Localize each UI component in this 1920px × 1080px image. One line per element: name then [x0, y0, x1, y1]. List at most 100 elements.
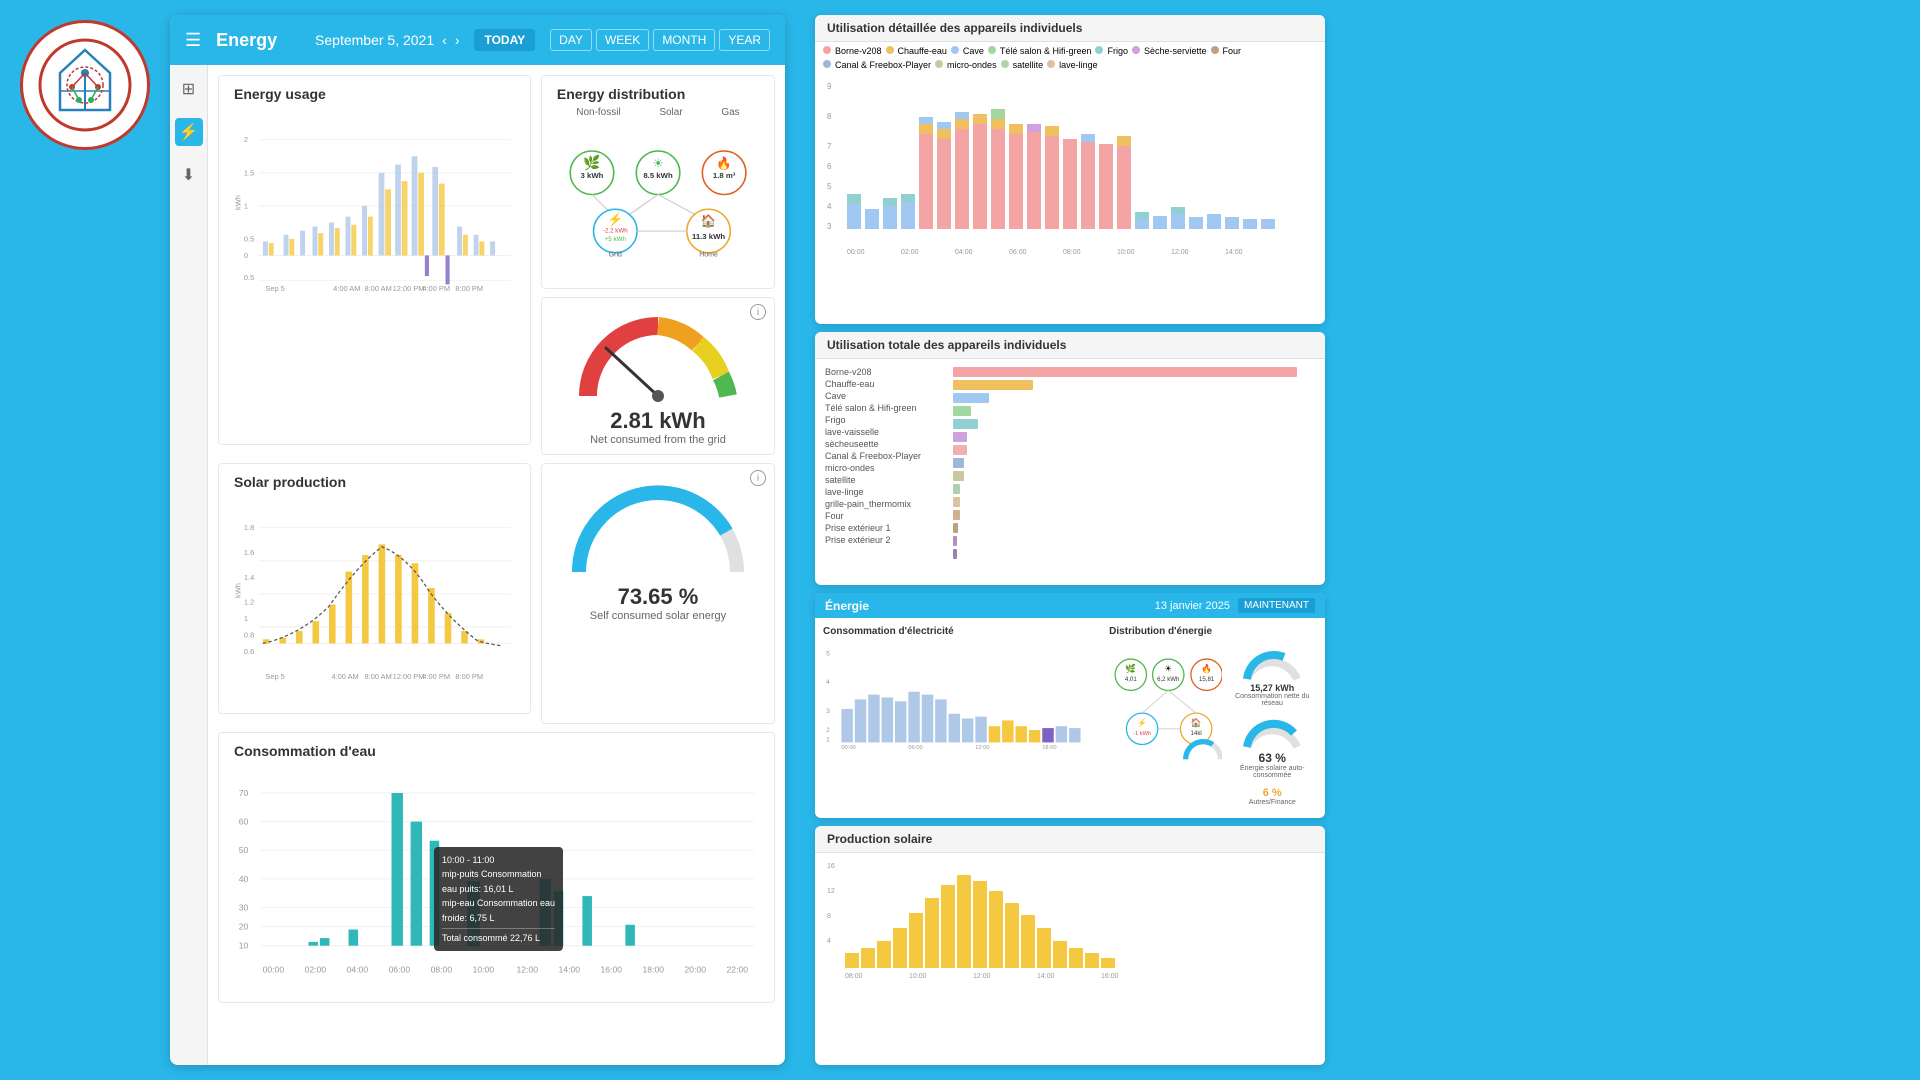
svg-text:🏠: 🏠: [701, 214, 716, 228]
sidebar: ⊞ ⚡ ⬇: [170, 65, 208, 1065]
panel-header: ☰ Energy September 5, 2021 ‹ › TODAY DAY…: [170, 15, 785, 65]
legend-tele: Télé salon & Hifi-green: [988, 46, 1092, 56]
detailed-usage-svg: 9 8 7 6 5 4 3: [815, 74, 1325, 259]
svg-text:8: 8: [827, 112, 832, 121]
solar-prod-title: Solar production: [234, 474, 515, 490]
small-grid-gauge: 15,27 kWh Consommation nette du réseau: [1227, 647, 1317, 707]
svg-text:+5 kWh: +5 kWh: [605, 236, 627, 243]
item-sat: satellite: [825, 475, 945, 485]
grid-gauge-svg: [568, 306, 748, 406]
detailed-usage-card: Utilisation détaillée des appareils indi…: [815, 15, 1325, 324]
small-grid-label: Consommation nette du réseau: [1227, 693, 1317, 707]
svg-text:12:00: 12:00: [975, 745, 989, 751]
year-btn[interactable]: YEAR: [719, 29, 770, 51]
solar-gauge-value: 73.65 %: [618, 584, 699, 610]
week-btn[interactable]: WEEK: [596, 29, 649, 51]
svg-text:08:00: 08:00: [1063, 249, 1081, 256]
svg-text:⚡: ⚡: [1137, 717, 1147, 727]
nonfossil-label: Non-fossil: [576, 107, 620, 118]
grid-gauge-info[interactable]: i: [750, 304, 766, 320]
svg-text:3: 3: [827, 222, 832, 231]
svg-text:10:00: 10:00: [473, 964, 495, 974]
bar-borne: [953, 367, 1297, 377]
svg-text:18:00: 18:00: [643, 964, 665, 974]
svg-text:0.5: 0.5: [244, 273, 254, 282]
total-usage-content: Borne-v208 Chauffe-eau Cave Télé salon &…: [815, 359, 1325, 565]
svg-text:20:00: 20:00: [685, 964, 707, 974]
legend-sat: satellite: [1001, 60, 1044, 70]
bar-seche: [953, 445, 967, 455]
solar-prod-right-svg: 16 12 8 4 08:00 10:00 12:00: [815, 853, 1325, 983]
usage-bars: [953, 365, 1315, 559]
svg-text:1.4: 1.4: [244, 573, 254, 582]
svg-text:5: 5: [826, 651, 830, 658]
svg-text:4: 4: [826, 679, 830, 686]
month-btn[interactable]: MONTH: [653, 29, 715, 51]
item-chauffe: Chauffe-eau: [825, 379, 945, 389]
sidebar-icon-download[interactable]: ⬇: [175, 161, 203, 189]
item-four: Four: [825, 511, 945, 521]
svg-text:5: 5: [827, 182, 832, 191]
sidebar-icon-bolt[interactable]: ⚡: [175, 118, 203, 146]
bar-four: [953, 523, 958, 533]
svg-text:12:00 PM: 12:00 PM: [393, 672, 425, 681]
item-canal: Canal & Freebox-Player: [825, 451, 945, 461]
svg-text:4:00 AM: 4:00 AM: [331, 672, 358, 681]
prev-date-btn[interactable]: ‹: [442, 32, 447, 48]
svg-text:2: 2: [244, 135, 248, 144]
svg-text:1: 1: [244, 201, 248, 210]
item-tele: Télé salon & Hifi-green: [825, 403, 945, 413]
logo-circle: [20, 20, 150, 150]
svg-text:06:00: 06:00: [1009, 249, 1027, 256]
svg-text:12:00 PM: 12:00 PM: [393, 284, 425, 293]
dist-section: Distribution d'énergie 🌿 4,01 ☀ 6,2 kWh …: [1101, 618, 1325, 814]
autres-label: Autres/Finance: [1227, 799, 1317, 806]
svg-text:08:00: 08:00: [845, 973, 863, 980]
legend-micro: micro-ondes: [935, 60, 997, 70]
svg-text:0: 0: [244, 251, 248, 260]
svg-text:6,2 kWh: 6,2 kWh: [1157, 676, 1179, 683]
svg-text:Sep 5: Sep 5: [265, 284, 284, 293]
svg-text:0.6: 0.6: [244, 647, 254, 656]
svg-text:🌿: 🌿: [1126, 663, 1137, 673]
solar-prod-right-card: Production solaire 16 12 8 4: [815, 826, 1325, 1065]
bar-sat: [953, 484, 960, 494]
svg-text:06:00: 06:00: [908, 745, 922, 751]
svg-text:4:00 AM: 4:00 AM: [333, 284, 360, 293]
next-date-btn[interactable]: ›: [455, 32, 460, 48]
svg-text:50: 50: [239, 845, 249, 855]
day-btn[interactable]: DAY: [550, 29, 592, 51]
gauge-col: i 73.65 % Self consumed solar energy: [541, 463, 775, 724]
legend-canal: Canal & Freebox-Player: [823, 60, 931, 70]
hamburger-icon[interactable]: ☰: [185, 30, 201, 51]
item-borne: Borne-v208: [825, 367, 945, 377]
conso-svg: 5 4 3 2 1: [823, 642, 1093, 752]
solar-gauge-info[interactable]: i: [750, 470, 766, 486]
svg-text:10: 10: [239, 941, 249, 951]
water-title: Consommation d'eau: [234, 743, 759, 759]
solar-gauge-svg: [568, 472, 748, 582]
current-date: September 5, 2021: [315, 32, 434, 48]
svg-text:Grid: Grid: [609, 252, 622, 259]
svg-text:1.8: 1.8: [244, 523, 254, 532]
today-button[interactable]: TODAY: [474, 29, 535, 51]
legend-borne: Borne-v208: [823, 46, 882, 56]
svg-text:22:00: 22:00: [727, 964, 749, 974]
svg-text:10:00: 10:00: [1117, 249, 1135, 256]
small-grid-value: 15,27 kWh: [1227, 683, 1317, 693]
sidebar-icon-grid[interactable]: ⊞: [175, 75, 203, 103]
gas-label: Gas: [721, 107, 739, 118]
water-chart-svg: 70 60 50 40 30 20 10: [234, 767, 759, 987]
small-solar-label: Énergie solaire auto-consommée: [1227, 765, 1317, 779]
autres-value: 6 %: [1227, 787, 1317, 799]
item-lave: lave-linge: [825, 487, 945, 497]
svg-text:00:00: 00:00: [841, 745, 855, 751]
svg-text:8: 8: [827, 913, 831, 920]
dist-diagram: 🌿 4,01 ☀ 6,2 kWh 🔥 15,81 ⚡ -1 kWh: [1109, 642, 1317, 806]
item-seche: sècheuseette: [825, 439, 945, 449]
maintenant-btn[interactable]: MAINTENANT: [1238, 598, 1315, 613]
bar-prise2: [953, 549, 957, 559]
dist-title-right: Distribution d'énergie: [1109, 626, 1317, 637]
item-cave: Cave: [825, 391, 945, 401]
svg-text:4,01: 4,01: [1125, 676, 1137, 683]
